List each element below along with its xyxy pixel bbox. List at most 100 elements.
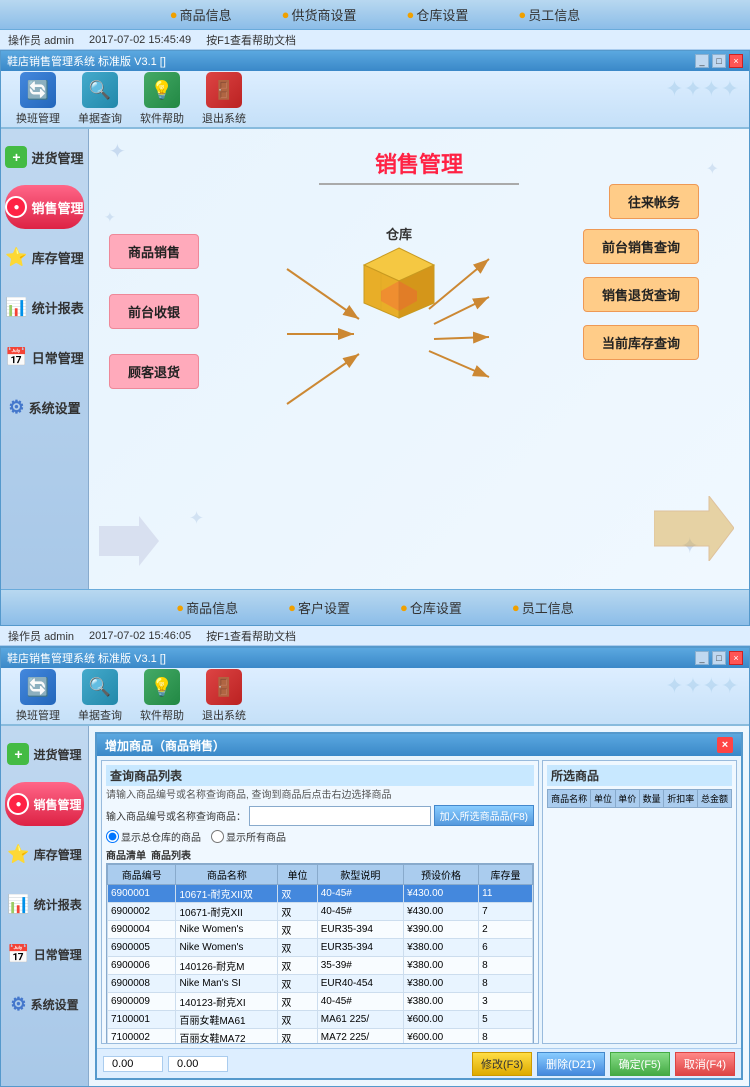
nav-supplier[interactable]: ●供货商设置: [282, 5, 357, 24]
table-row[interactable]: 7100002百丽女鞋MA72双MA72 225/¥600.008: [108, 1029, 533, 1045]
sidebar-item-reports[interactable]: 📊 统计报表: [5, 285, 84, 329]
sidebar-item-inventory[interactable]: ⭐ 库存管理: [5, 235, 84, 279]
search-row: 输入商品编号或名称查询商品： 加入所选商品品(F8): [106, 805, 534, 826]
query-btn-2[interactable]: 🔍 单据查询: [73, 669, 127, 723]
main-area-2: + 进货管理 ● 销售管理 ⭐ 库存管理 📊 统计报表 📅 日常管理 ⚙ 系统设: [1, 726, 749, 1086]
selected-table: 商品名称 单位 单价 数量 折扣率 总金额: [547, 789, 732, 808]
search-hint: 请输入商品编号或名称查询商品, 查询到商品后点击右边选择商品: [106, 789, 534, 802]
table-row[interactable]: 6900008Nike Man's SI双EUR40-454¥380.008: [108, 975, 533, 993]
minimize-btn-1[interactable]: _: [695, 54, 709, 68]
delete-btn[interactable]: 删除(D21): [537, 1052, 605, 1076]
sidebar-item-inventory-2[interactable]: ⭐ 库存管理: [5, 832, 84, 876]
bottom-nav-1: ●商品信息 ●客户设置 ●仓库设置 ●员工信息: [1, 589, 749, 625]
minimize-btn-2[interactable]: _: [695, 651, 709, 665]
window-2-titlebar: 鞋店销售管理系统 标准版 V3.1 [] _ □ ×: [1, 648, 749, 668]
box-accounts[interactable]: 往来帐务: [609, 184, 699, 219]
dialog-footer: 0.00 0.00 修改(F3) 删除(D21) 确定(F5) 取消(F4): [97, 1048, 741, 1078]
status-bar-1: 操作员 admin 2017-07-02 15:45:49 按F1查看帮助文档: [0, 30, 750, 50]
table-row[interactable]: 6900004Nike Women's双EUR35-394¥390.002: [108, 921, 533, 939]
diagram-area: ✦ ✦ ✦ ✦ ✦ 销售管理: [89, 129, 749, 589]
diagram-title: 销售管理: [89, 147, 749, 179]
warehouse-area: 仓库: [359, 224, 439, 323]
big-arrow-decoration: [654, 496, 734, 564]
bottom-nav-warehouse[interactable]: ●仓库设置: [400, 598, 462, 617]
add-product-dialog: 增加商品（商品销售） × 查询商品列表 请输入商品编号或名称查询商品, 查询到商…: [95, 732, 743, 1080]
nav-product-info[interactable]: ●商品信息: [170, 5, 232, 24]
total-value-1: 0.00: [103, 1056, 163, 1072]
table-row[interactable]: 690000210671-耐克XII双40-45#¥430.007: [108, 903, 533, 921]
sidebar-2: + 进货管理 ● 销售管理 ⭐ 库存管理 📊 统计报表 📅 日常管理 ⚙ 系统设: [1, 726, 89, 1086]
bottom-nav-customer[interactable]: ●客户设置: [288, 598, 350, 617]
dialog-area: 增加商品（商品销售） × 查询商品列表 请输入商品编号或名称查询商品, 查询到商…: [89, 726, 749, 1086]
warehouse-box-icon: [359, 243, 439, 323]
table-row[interactable]: 6900005Nike Women's双EUR35-394¥380.006: [108, 939, 533, 957]
selected-panel-title: 所选商品: [547, 765, 732, 786]
sidebar-item-purchase[interactable]: + 进货管理: [5, 135, 84, 179]
help-btn-2[interactable]: 💡 软件帮助: [135, 669, 189, 723]
top-nav-1: ●商品信息 ●供货商设置 ●仓库设置 ●员工信息: [0, 0, 750, 30]
sidebar-item-settings[interactable]: ⚙ 系统设置: [5, 385, 84, 429]
help-btn[interactable]: 💡 软件帮助: [135, 72, 189, 126]
query-btn[interactable]: 🔍 单据查询: [73, 72, 127, 126]
toolbar-2: 🔄 换班管理 🔍 单据查询 💡 软件帮助 🚪 退出系统 ✦✦✦✦: [1, 668, 749, 726]
window-2: 鞋店销售管理系统 标准版 V3.1 [] _ □ × 🔄 换班管理 🔍 单据查询…: [0, 646, 750, 1087]
sidebar-item-sales[interactable]: ● 销售管理: [5, 185, 84, 229]
maximize-btn-2[interactable]: □: [712, 651, 726, 665]
footer-total-area: 0.00 0.00: [103, 1056, 467, 1072]
box-return[interactable]: 顾客退货: [109, 354, 199, 389]
nav-staff[interactable]: ●员工信息: [518, 5, 580, 24]
maximize-btn-1[interactable]: □: [712, 54, 726, 68]
dialog-titlebar: 增加商品（商品销售） ×: [97, 734, 741, 756]
box-cashier[interactable]: 前台收银: [109, 294, 199, 329]
bottom-nav-product[interactable]: ●商品信息: [176, 598, 238, 617]
sidebar-item-daily-2[interactable]: 📅 日常管理: [5, 932, 84, 976]
box-product-sales[interactable]: 商品销售: [109, 234, 199, 269]
table-header-row: 商品清单 商品列表: [106, 847, 534, 862]
cancel-btn[interactable]: 取消(F4): [675, 1052, 735, 1076]
confirm-btn[interactable]: 确定(F5): [610, 1052, 670, 1076]
exit-btn-2[interactable]: 🚪 退出系统: [197, 669, 251, 723]
modify-btn[interactable]: 修改(F3): [472, 1052, 532, 1076]
shift-mgmt-btn[interactable]: 🔄 换班管理: [11, 72, 65, 126]
box-return-query[interactable]: 销售退货查询: [583, 277, 699, 312]
add-selected-btn[interactable]: 加入所选商品品(F8): [434, 805, 534, 826]
status-bar-between: 操作员 admin 2017-07-02 15:46:05 按F1查看帮助文档: [0, 626, 750, 646]
search-label: 输入商品编号或名称查询商品：: [106, 808, 246, 823]
sidebar-1: + 进货管理 ● 销售管理 ⭐ 库存管理 📊 统计报表 📅 日常管理 ⚙ 系统设: [1, 129, 89, 589]
search-panel: 查询商品列表 请输入商品编号或名称查询商品, 查询到商品后点击右边选择商品 输入…: [101, 760, 539, 1044]
radio-all-products[interactable]: 显示所有商品: [211, 829, 286, 844]
sidebar-item-daily[interactable]: 📅 日常管理: [5, 335, 84, 379]
nav-warehouse[interactable]: ●仓库设置: [407, 5, 469, 24]
close-btn-2[interactable]: ×: [729, 651, 743, 665]
shift-mgmt-btn-2[interactable]: 🔄 换班管理: [11, 669, 65, 723]
close-btn-1[interactable]: ×: [729, 54, 743, 68]
table-row[interactable]: 690000110671-耐克XII双双40-45#¥430.0011: [108, 885, 533, 903]
window-1: 鞋店销售管理系统 标准版 V3.1 [] _ □ × 🔄 换班管理 🔍 单据查询…: [0, 50, 750, 626]
toolbar-1: 🔄 换班管理 🔍 单据查询 💡 软件帮助 🚪 退出系统 ✦✦✦✦: [1, 71, 749, 129]
window-1-btns: _ □ ×: [695, 54, 743, 68]
exit-btn[interactable]: 🚪 退出系统: [197, 72, 251, 126]
product-table: 商品编号 商品名称 单位 款型说明 预设价格 库存量 6900: [107, 864, 533, 1044]
radio-row: 显示总仓库的商品 显示所有商品: [106, 829, 534, 844]
sidebar-item-sales-2[interactable]: ● 销售管理: [5, 782, 84, 826]
small-arrow-decoration: [99, 516, 159, 569]
selected-panel: 所选商品 商品名称 单位 单价 数量 折扣率 总金额: [542, 760, 737, 1044]
box-front-sales-query[interactable]: 前台销售查询: [583, 229, 699, 264]
table-row[interactable]: 6900009140123-耐克XI双40-45#¥380.003: [108, 993, 533, 1011]
window-1-titlebar: 鞋店销售管理系统 标准版 V3.1 [] _ □ ×: [1, 51, 749, 71]
product-table-wrapper[interactable]: 商品编号 商品名称 单位 款型说明 预设价格 库存量 6900: [106, 863, 534, 1044]
sidebar-item-reports-2[interactable]: 📊 统计报表: [5, 882, 84, 926]
dialog-close-btn[interactable]: ×: [717, 737, 733, 753]
box-inventory-query[interactable]: 当前库存查询: [583, 325, 699, 360]
bottom-nav-staff[interactable]: ●员工信息: [512, 598, 574, 617]
sidebar-item-purchase-2[interactable]: + 进货管理: [5, 732, 84, 776]
table-row[interactable]: 6900006140126-耐克M双35-39#¥380.008: [108, 957, 533, 975]
product-search-input[interactable]: [249, 806, 431, 826]
dialog-body: 查询商品列表 请输入商品编号或名称查询商品, 查询到商品后点击右边选择商品 输入…: [97, 756, 741, 1048]
radio-total-warehouse[interactable]: 显示总仓库的商品: [106, 829, 201, 844]
main-area-1: + 进货管理 ● 销售管理 ⭐ 库存管理 📊 统计报表 📅 日常管理 ⚙ 系统设: [1, 129, 749, 589]
total-value-2: 0.00: [168, 1056, 228, 1072]
search-panel-title: 查询商品列表: [106, 765, 534, 786]
table-row[interactable]: 7100001百丽女鞋MA61双MA61 225/¥600.005: [108, 1011, 533, 1029]
sidebar-item-settings-2[interactable]: ⚙ 系统设置: [5, 982, 84, 1026]
